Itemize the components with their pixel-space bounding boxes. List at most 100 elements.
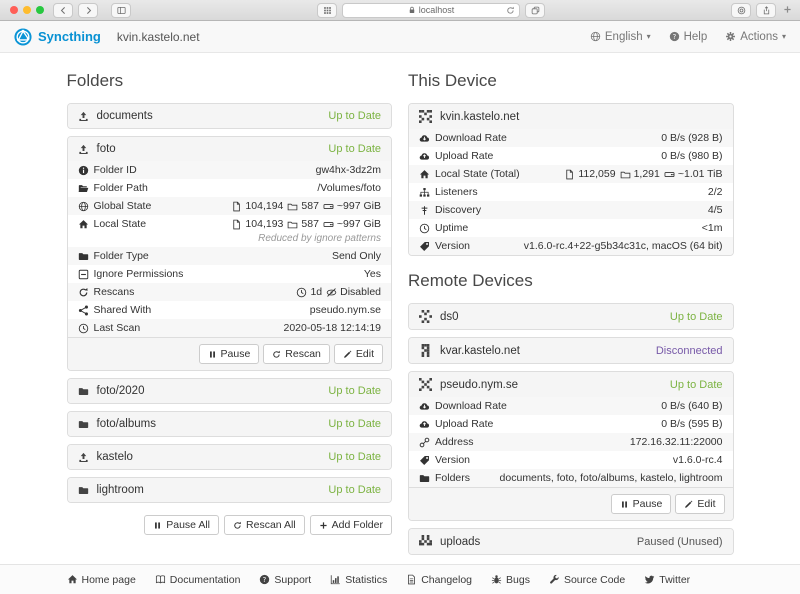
folders-heading: Folders (67, 71, 393, 91)
folder-details: Folder ID gw4hx-3dz2m Folder Path /Volum… (68, 161, 392, 337)
edit-button[interactable]: Edit (334, 344, 383, 364)
plus-icon (319, 521, 328, 530)
table-row: Download Rate 0 B/s (640 B) (409, 397, 733, 415)
wrench-icon (549, 574, 560, 585)
directories-icon (287, 219, 298, 230)
back-button[interactable] (53, 3, 73, 18)
reload-icon[interactable] (506, 6, 515, 15)
main-content: Folders documents Up to Date foto Up to … (67, 53, 734, 594)
lock-icon (408, 6, 416, 14)
book-icon (155, 574, 166, 585)
question-icon (259, 574, 270, 585)
url-text: localhost (419, 5, 455, 15)
tab-overview-button[interactable] (525, 3, 545, 18)
info-icon (78, 165, 89, 176)
footer-link-home[interactable]: Home page (67, 574, 136, 586)
device-header-kvar[interactable]: kvar.kastelo.net Disconnected (409, 338, 733, 363)
row-label: Ignore Permissions (94, 268, 184, 281)
pause-all-button[interactable]: Pause All (144, 515, 219, 535)
folder-name: foto (97, 143, 116, 155)
files-icon (564, 169, 575, 180)
rescan-all-button[interactable]: Rescan All (224, 515, 305, 535)
minimize-window-button[interactable] (23, 6, 31, 14)
this-device-header[interactable]: kvin.kastelo.net (409, 104, 733, 129)
top-sites-button[interactable] (317, 3, 337, 18)
tag-icon (419, 241, 430, 252)
footer-link-source[interactable]: Source Code (549, 574, 625, 586)
help-link[interactable]: Help (669, 31, 708, 43)
table-row: Address 172.16.32.11:22000 (409, 433, 733, 451)
row-label: Folder Type (94, 250, 149, 263)
device-panel-uploads: uploads Paused (Unused) (408, 528, 734, 555)
edit-button[interactable]: Edit (675, 494, 724, 514)
footer-link-documentation[interactable]: Documentation (155, 574, 241, 586)
pause-button[interactable]: Pause (611, 494, 672, 514)
device-footer: Pause Edit (409, 487, 733, 520)
remote-devices-heading: Remote Devices (408, 271, 734, 291)
folder-header-documents[interactable]: documents Up to Date (68, 104, 392, 128)
footer-link-changelog[interactable]: Changelog (406, 574, 472, 586)
folder-panel-documents: documents Up to Date (67, 103, 393, 129)
device-header-pseudo[interactable]: pseudo.nym.se Up to Date (409, 372, 733, 397)
table-row: Folder ID gw4hx-3dz2m (68, 161, 392, 179)
actions-label: Actions (740, 31, 778, 43)
table-row: Discovery 4/5 (409, 201, 733, 219)
table-row: Listeners 2/2 (409, 183, 733, 201)
uptime-value: <1m (702, 222, 723, 235)
clock-icon (296, 287, 307, 298)
new-tab-button[interactable] (781, 3, 794, 17)
device-name: kvin.kastelo.net (440, 111, 519, 123)
footer-link-support[interactable]: Support (259, 574, 311, 586)
disk-icon (323, 201, 334, 212)
device-name: pseudo.nym.se (440, 379, 518, 391)
address-bar[interactable]: localhost (342, 3, 520, 18)
globe-icon (590, 31, 601, 42)
device-identicon (419, 310, 432, 323)
pencil-icon (343, 350, 352, 359)
footer-link-twitter[interactable]: Twitter (644, 574, 690, 586)
disk-icon (664, 169, 675, 180)
row-label: Upload Rate (435, 150, 493, 163)
share-icon (78, 305, 89, 316)
table-row: Folder Type Send Only (68, 247, 392, 265)
listeners-value: 2/2 (708, 186, 723, 199)
footer-link-bugs[interactable]: Bugs (491, 574, 530, 586)
add-folder-button[interactable]: Add Folder (310, 515, 392, 535)
row-value: 2020-05-18 12:14:19 (284, 322, 382, 335)
rescan-button[interactable]: Rescan (263, 344, 330, 364)
folder-panel-foto2020: foto/2020 Up to Date (67, 378, 393, 404)
device-header-uploads[interactable]: uploads Paused (Unused) (409, 529, 733, 554)
zoom-window-button[interactable] (36, 6, 44, 14)
folder-header-kastelo[interactable]: kastelo Up to Date (68, 445, 392, 469)
folder-header-fotoalbums[interactable]: foto/albums Up to Date (68, 412, 392, 436)
pencil-icon (684, 500, 693, 509)
forward-button[interactable] (78, 3, 98, 18)
syncthing-brand[interactable]: Syncthing (14, 28, 101, 46)
folder-header-foto[interactable]: foto Up to Date (68, 137, 392, 161)
window-controls[interactable] (10, 6, 44, 14)
gear-icon (725, 31, 736, 42)
language-menu[interactable]: English ▾ (590, 31, 651, 43)
devices-column: This Device kvin.kastelo.net Download Ra… (408, 63, 734, 594)
pause-button[interactable]: Pause (199, 344, 260, 364)
extension-badge-button[interactable] (731, 3, 751, 18)
folder-status: Up to Date (328, 451, 381, 463)
device-header-ds0[interactable]: ds0 Up to Date (409, 304, 733, 329)
actions-menu[interactable]: Actions ▾ (725, 31, 786, 43)
page-footer: Home page Documentation Support Statisti… (0, 564, 800, 594)
this-device-heading: This Device (408, 71, 734, 91)
row-label: Address (435, 436, 474, 449)
folder-header-foto2020[interactable]: foto/2020 Up to Date (68, 379, 392, 403)
file-text-icon (406, 574, 417, 585)
row-label: Listeners (435, 186, 478, 199)
cloud-download-icon (419, 401, 430, 412)
sidebar-toggle-button[interactable] (111, 3, 131, 18)
folder-panel-kastelo: kastelo Up to Date (67, 444, 393, 470)
folder-icon (78, 251, 89, 262)
folder-open-icon (78, 183, 89, 194)
folder-header-lightroom[interactable]: lightroom Up to Date (68, 478, 392, 502)
discovery-icon (419, 205, 430, 216)
close-window-button[interactable] (10, 6, 18, 14)
footer-link-statistics[interactable]: Statistics (330, 574, 387, 586)
share-button[interactable] (756, 3, 776, 18)
